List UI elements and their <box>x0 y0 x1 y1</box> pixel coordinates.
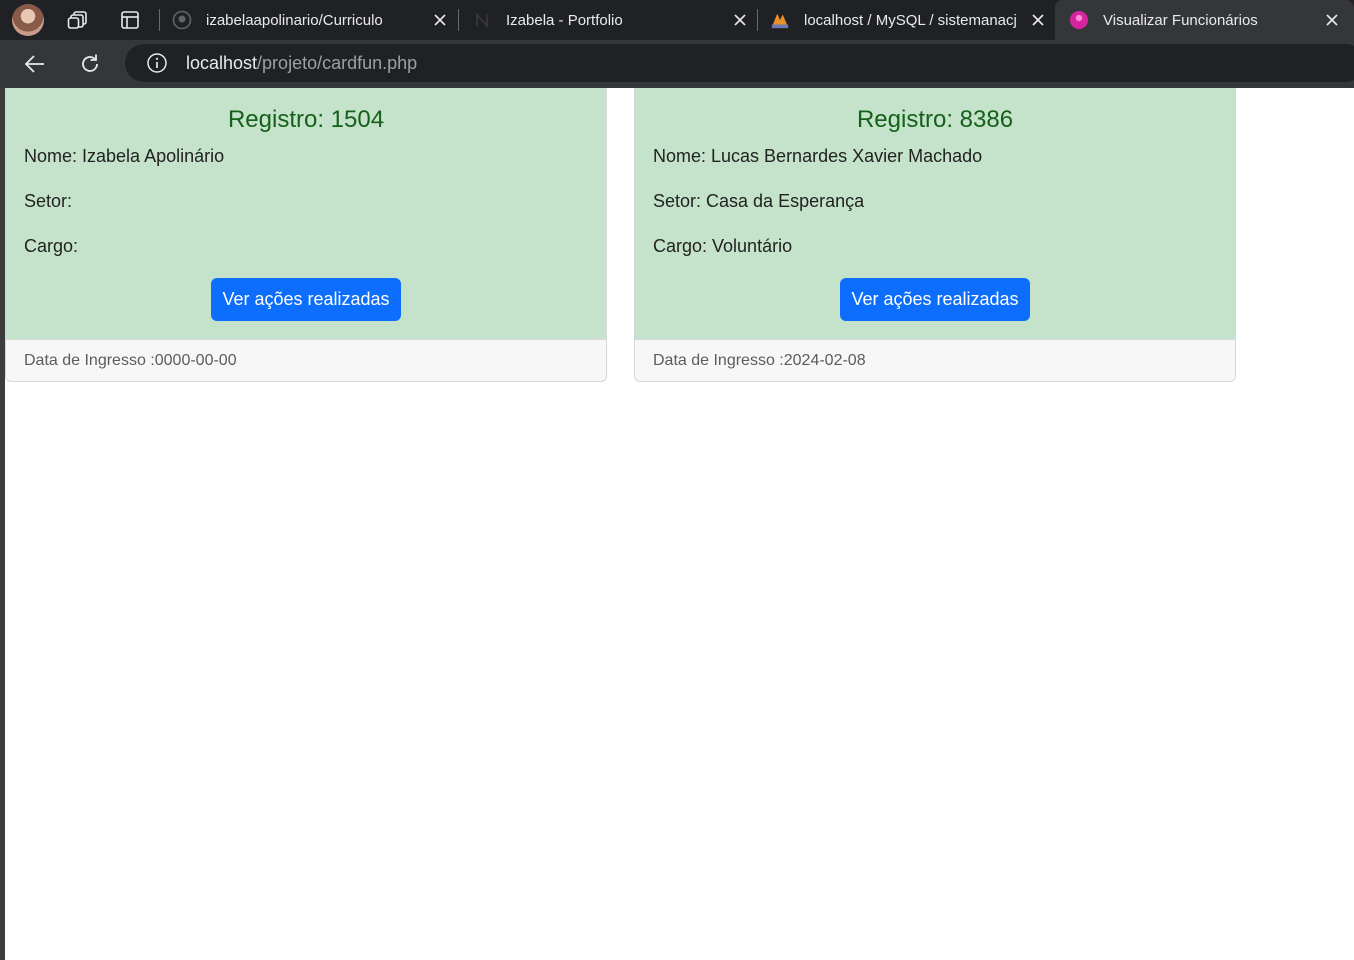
tab-actions-icon[interactable] <box>114 4 146 36</box>
page-viewport: Registro: 1504 Nome: Izabela Apolinário … <box>0 88 1354 960</box>
browser-tab-strip: izabelaapolinario/Curriculo Izabela - Po… <box>0 0 1354 40</box>
url-host: localhost <box>186 52 258 73</box>
close-tab-icon[interactable] <box>1028 10 1048 30</box>
card-title-registro: Registro: 1504 <box>227 106 385 133</box>
address-bar[interactable]: localhost/projeto/cardfun.php <box>125 44 1354 82</box>
tab-title: localhost / MySQL / sistemanacj <box>804 11 1017 29</box>
card-body: Registro: 1504 Nome: Izabela Apolinário … <box>6 88 606 339</box>
employee-role: Cargo: <box>24 236 79 256</box>
tab-separator <box>159 9 160 31</box>
url-path: /projeto/cardfun.php <box>257 52 418 73</box>
back-arrow-icon[interactable] <box>19 48 51 80</box>
tab-portfolio[interactable]: Izabela - Portfolio <box>472 0 750 40</box>
employee-sector: Setor: <box>24 191 73 211</box>
tab-title: izabelaapolinario/Curriculo <box>206 11 383 29</box>
tab-visualizar-funcionarios[interactable]: Visualizar Funcionários <box>1055 0 1354 40</box>
workspaces-icon[interactable] <box>62 4 94 36</box>
tab-phpmyadmin[interactable]: localhost / MySQL / sistemanacj <box>770 0 1048 40</box>
employee-name: Nome: Lucas Bernardes Xavier Machado <box>653 146 983 166</box>
tab-separator <box>458 9 459 31</box>
employee-sector: Setor: Casa da Esperança <box>653 191 865 211</box>
card-body: Registro: 8386 Nome: Lucas Bernardes Xav… <box>635 88 1235 339</box>
tab-title: Visualizar Funcionários <box>1103 11 1258 29</box>
profile-avatar[interactable] <box>12 4 44 36</box>
card-footer-join-date: Data de Ingresso :2024-02-08 <box>635 339 1235 381</box>
portfolio-icon <box>472 10 492 30</box>
github-icon <box>172 10 192 30</box>
reload-icon[interactable] <box>74 48 106 80</box>
view-actions-button[interactable]: Ver ações realizadas <box>211 278 401 321</box>
pink-site-icon <box>1069 10 1089 30</box>
close-tab-icon[interactable] <box>1322 10 1342 30</box>
close-tab-icon[interactable] <box>730 10 750 30</box>
close-tab-icon[interactable] <box>430 10 450 30</box>
site-info-icon[interactable] <box>146 52 168 74</box>
phpmyadmin-icon <box>770 10 790 30</box>
employee-role: Cargo: Voluntário <box>653 236 793 256</box>
employee-card: Registro: 1504 Nome: Izabela Apolinário … <box>5 88 607 382</box>
employee-name: Nome: Izabela Apolinário <box>24 146 225 166</box>
card-footer-join-date: Data de Ingresso :0000-00-00 <box>6 339 606 381</box>
tab-separator <box>757 9 758 31</box>
card-title-registro: Registro: 8386 <box>856 106 1014 133</box>
employee-card: Registro: 8386 Nome: Lucas Bernardes Xav… <box>634 88 1236 382</box>
tab-title: Izabela - Portfolio <box>506 11 623 29</box>
view-actions-button[interactable]: Ver ações realizadas <box>840 278 1030 321</box>
tab-github-curriculo[interactable]: izabelaapolinario/Curriculo <box>172 0 450 40</box>
browser-toolbar: localhost/projeto/cardfun.php <box>0 40 1354 88</box>
url-text[interactable]: localhost/projeto/cardfun.php <box>186 53 417 74</box>
